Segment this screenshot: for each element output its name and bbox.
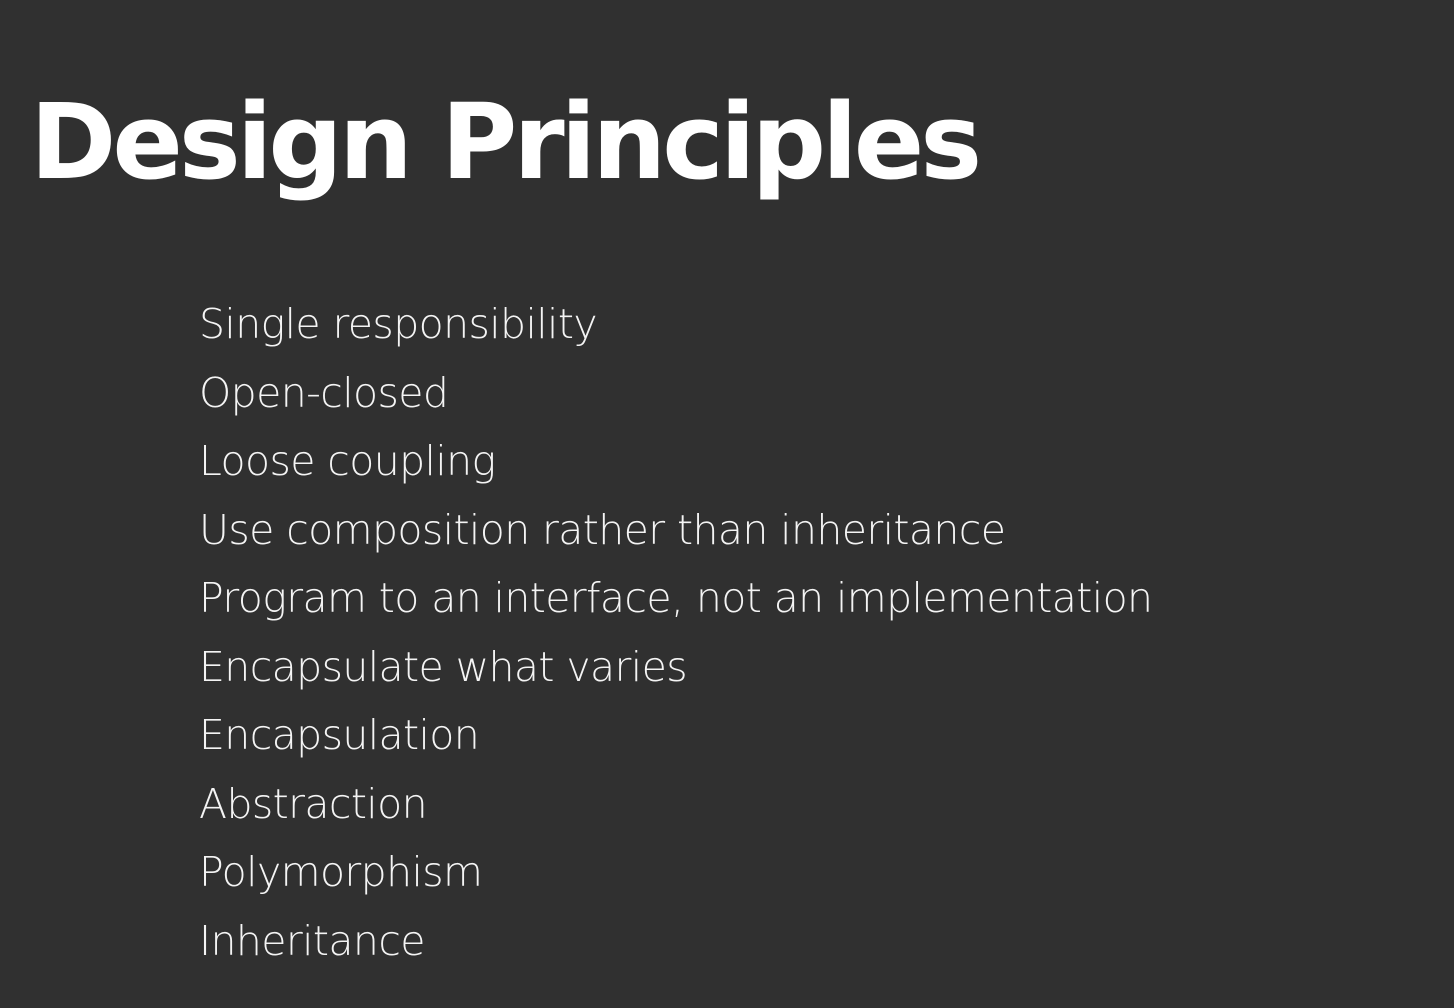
principle-list: Single responsibility Open-closed Loose … — [199, 290, 1153, 975]
principle-item-encapsulation: Encapsulation — [199, 711, 480, 759]
principle-item-encapsulate-what-varies: Encapsulate what varies — [199, 642, 688, 691]
principle-item-polymorphism: Polymorphism — [199, 848, 483, 896]
slide-title: Design Principles — [30, 81, 982, 203]
principle-item-single-responsibility: Single responsibility — [199, 300, 598, 348]
principle-item-open-closed: Open-closed — [199, 368, 449, 417]
principle-item-abstraction: Abstraction — [199, 779, 428, 828]
slide: Design Principles Single responsibility … — [0, 0, 1454, 1008]
principle-item-inheritance: Inheritance — [199, 916, 425, 965]
principle-item-loose-coupling: Loose coupling — [199, 437, 496, 485]
principle-item-composition-over-inheritance: Use composition rather than inheritance — [199, 505, 1006, 554]
principle-item-program-to-interface: Program to an interface, not an implemen… — [199, 574, 1153, 622]
